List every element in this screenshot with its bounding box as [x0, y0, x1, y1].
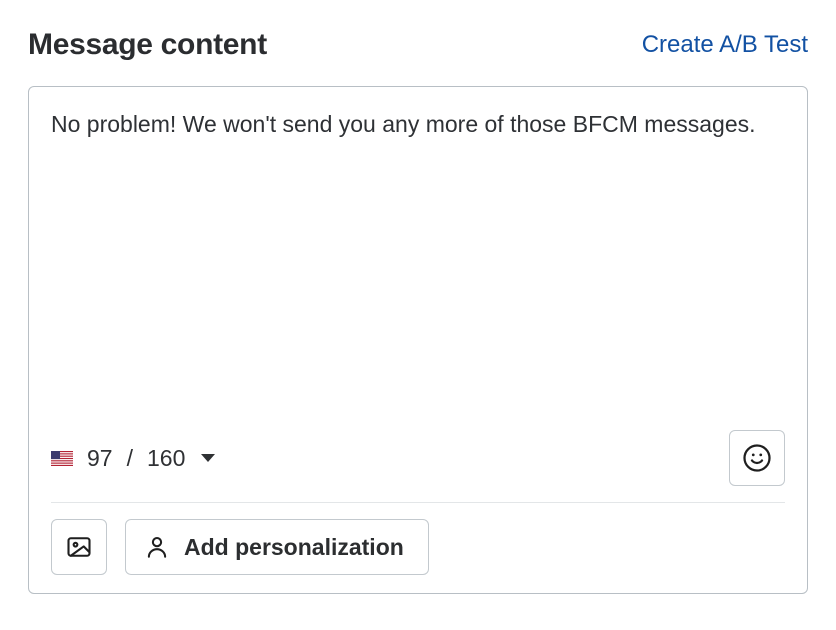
chevron-down-icon — [201, 454, 215, 462]
add-personalization-button[interactable]: Add personalization — [125, 519, 429, 575]
person-icon — [144, 534, 170, 560]
char-count-limit: 160 — [147, 445, 185, 472]
char-count-sep: / — [127, 445, 133, 472]
emoji-picker-button[interactable] — [729, 430, 785, 486]
counter-row: 97 / 160 — [51, 430, 785, 503]
image-icon — [65, 533, 93, 561]
us-flag-icon — [51, 451, 73, 466]
add-personalization-label: Add personalization — [184, 534, 404, 561]
add-image-button[interactable] — [51, 519, 107, 575]
create-ab-test-link[interactable]: Create A/B Test — [642, 31, 808, 59]
section-title: Message content — [28, 28, 267, 62]
smile-icon — [742, 443, 772, 473]
message-editor: No problem! We won't send you any more o… — [28, 86, 808, 594]
message-textarea[interactable]: No problem! We won't send you any more o… — [51, 107, 785, 430]
tools-row: Add personalization — [51, 519, 785, 575]
char-count-current: 97 — [87, 445, 113, 472]
char-counter-group[interactable]: 97 / 160 — [51, 445, 215, 472]
